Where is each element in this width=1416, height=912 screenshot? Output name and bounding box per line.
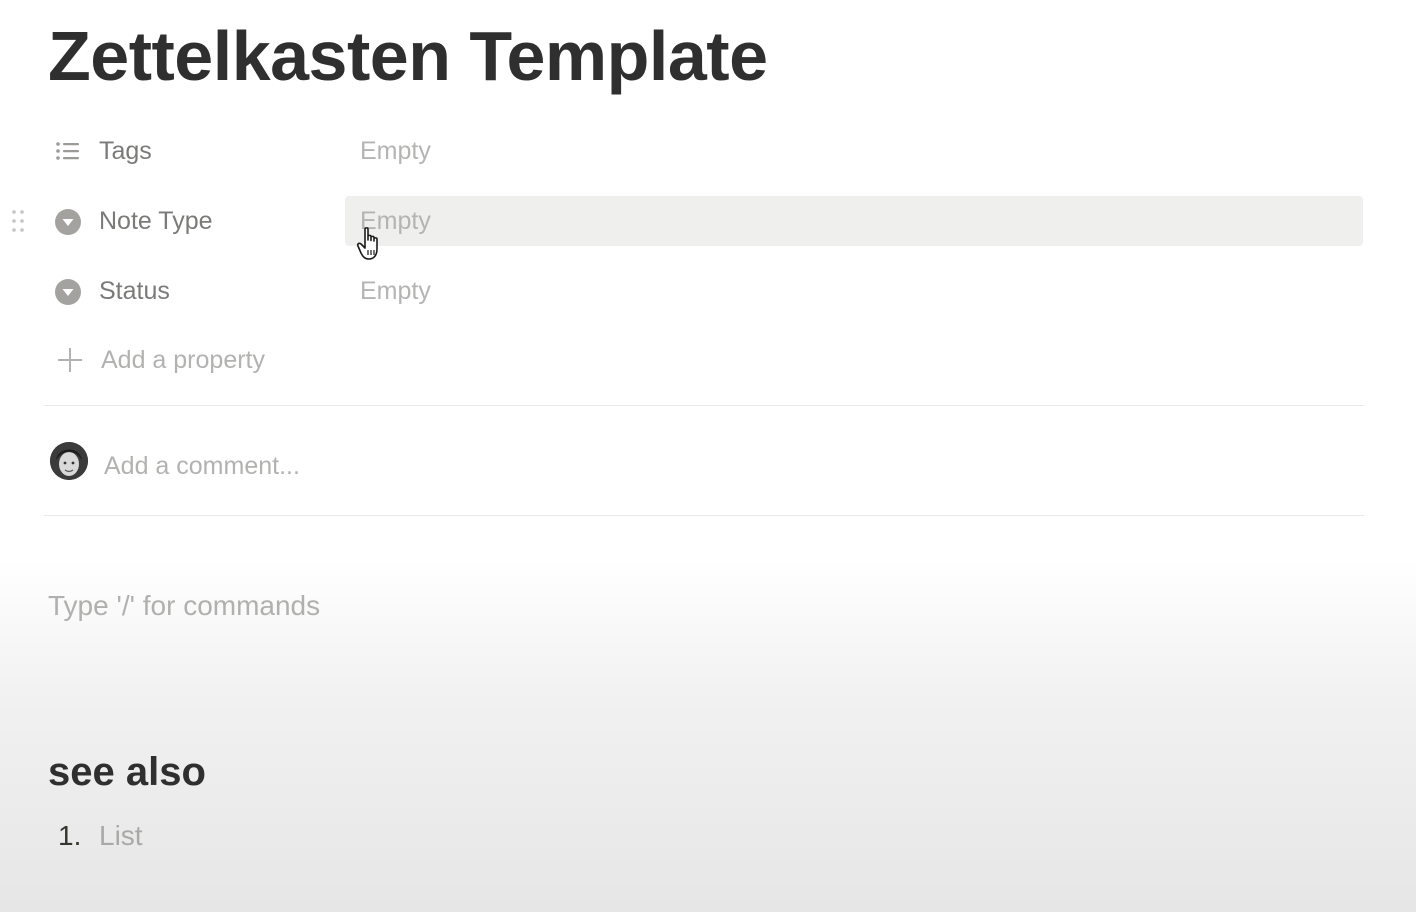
property-value-note-type[interactable]: Empty [345, 196, 1363, 246]
property-label-status[interactable]: Status [99, 277, 170, 306]
command-hint-placeholder[interactable]: Type '/' for commands [48, 590, 320, 622]
property-row-status: Status Empty [44, 260, 1364, 322]
property-value-tags[interactable]: Empty [345, 126, 1363, 176]
list-item-text[interactable]: List [99, 820, 143, 852]
page-title[interactable]: Zettelkasten Template [48, 14, 768, 98]
avatar [50, 442, 88, 480]
drag-handle-icon[interactable] [10, 207, 26, 235]
divider [44, 405, 1364, 406]
select-icon [54, 278, 82, 306]
property-label-tags[interactable]: Tags [99, 137, 152, 166]
property-value-status[interactable]: Empty [345, 266, 1363, 316]
property-label-note-type[interactable]: Note Type [99, 207, 213, 236]
plus-icon [56, 346, 84, 374]
property-row-tags: Tags Empty [44, 120, 1364, 182]
divider [44, 515, 1364, 516]
list-number: 1. [58, 820, 82, 851]
property-value-text: Empty [360, 277, 431, 305]
property-row-note-type: Note Type Empty [12, 190, 1364, 252]
add-property-label: Add a property [101, 346, 265, 374]
hand-cursor-icon [356, 226, 388, 262]
list-icon [54, 138, 82, 166]
section-heading[interactable]: see also [48, 750, 206, 795]
comment-row [44, 434, 1364, 496]
comment-input[interactable] [104, 448, 704, 484]
property-value-text: Empty [360, 137, 431, 165]
add-property-button[interactable]: Add a property [44, 330, 344, 390]
select-icon [54, 208, 82, 236]
